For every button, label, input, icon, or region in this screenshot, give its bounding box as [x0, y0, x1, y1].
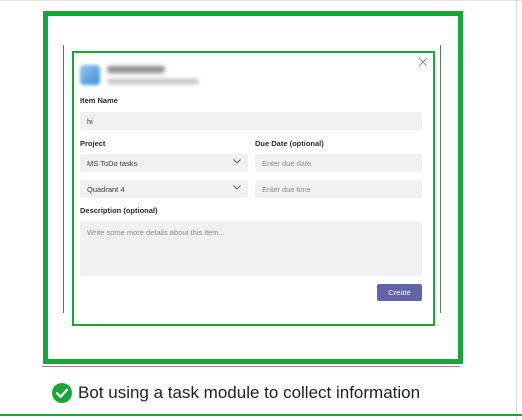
quadrant-select-value: Quadrant 4 — [87, 184, 125, 194]
description-textarea[interactable]: Write some more details about this item.… — [80, 221, 422, 276]
item-name-value: hi — [87, 116, 93, 126]
close-icon[interactable] — [418, 57, 428, 67]
due-date-label: Due Date (optional) — [255, 139, 324, 148]
description-label: Description (optional) — [80, 206, 158, 215]
top-divider — [0, 0, 522, 1]
due-time-placeholder: Enter due time — [262, 184, 311, 194]
create-button-label: Create — [388, 288, 411, 297]
due-date-input[interactable]: Enter due date — [255, 154, 422, 172]
right-divider — [516, 0, 517, 420]
chevron-down-icon — [233, 159, 241, 164]
check-circle-icon — [52, 383, 72, 403]
dialog-left-border — [63, 45, 64, 313]
item-name-label: Item Name — [80, 96, 118, 105]
description-placeholder: Write some more details about this item.… — [87, 228, 225, 237]
chevron-down-icon — [233, 185, 241, 190]
create-button[interactable]: Create — [377, 284, 422, 301]
caption-text: Bot using a task module to collect infor… — [78, 383, 421, 402]
project-label: Project — [80, 139, 106, 148]
dialog-right-border — [440, 45, 441, 313]
quadrant-select[interactable]: Quadrant 4 — [80, 180, 248, 198]
project-select-value: MS ToDo tasks — [87, 158, 138, 168]
due-time-input[interactable]: Enter due time — [255, 180, 422, 198]
app-subtitle-blurred — [107, 79, 199, 84]
app-icon — [80, 65, 100, 85]
project-select[interactable]: MS ToDo tasks — [80, 154, 248, 172]
app-name-blurred — [107, 66, 165, 73]
item-name-input[interactable]: hi — [80, 112, 422, 130]
due-date-placeholder: Enter due date — [262, 158, 312, 168]
bottom-divider — [0, 414, 522, 416]
caption-divider — [42, 366, 460, 367]
